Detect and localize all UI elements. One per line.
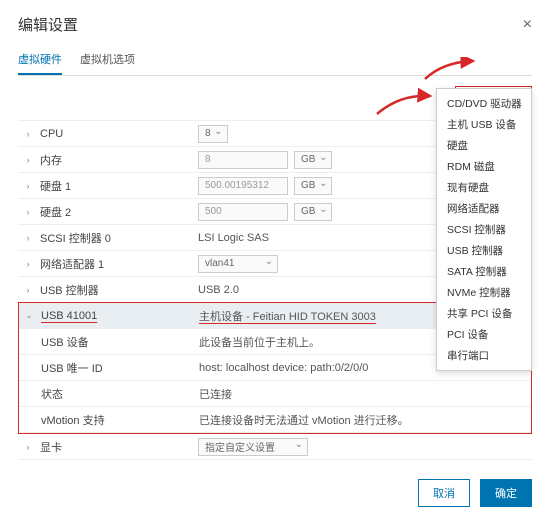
row-label-memory: 内存 [38, 152, 198, 168]
row-label-vmotion: vMotion 支持 [19, 412, 199, 428]
memory-unit-select[interactable]: GB [294, 151, 332, 169]
row-label-usbdev: USB 41001 [39, 310, 199, 322]
disk1-unit-select[interactable]: GB [294, 177, 332, 195]
row-label-usb-id: USB 唯一 ID [19, 360, 199, 376]
menu-item[interactable]: SCSI 控制器 [437, 219, 531, 240]
chevron-right-icon[interactable]: › [18, 181, 38, 191]
row-label-disk2: 硬盘 2 [38, 204, 198, 220]
cpu-select[interactable]: 8 [198, 125, 228, 143]
menu-item[interactable]: 网络适配器 [437, 198, 531, 219]
menu-item[interactable]: 串行端口 [437, 345, 531, 366]
menu-item[interactable]: CD/DVD 驱动器 [437, 93, 531, 114]
chevron-right-icon[interactable]: › [18, 285, 38, 295]
menu-item[interactable]: 主机 USB 设备 [437, 114, 531, 135]
net-select[interactable]: vlan41 [198, 255, 278, 273]
vmotion-value: 已连接设备时无法通过 vMotion 进行迁移。 [199, 412, 531, 428]
chevron-right-icon[interactable]: › [18, 155, 38, 165]
chevron-down-icon[interactable]: ⌄ [19, 310, 39, 321]
row-label-scsi: SCSI 控制器 0 [38, 230, 198, 246]
chevron-right-icon[interactable]: › [18, 442, 38, 452]
status-value: 已连接 [199, 386, 531, 402]
menu-item[interactable]: NVMe 控制器 [437, 282, 531, 303]
menu-item[interactable]: RDM 磁盘 [437, 156, 531, 177]
dialog-title: 编辑设置 [18, 14, 78, 35]
row-label-usb-device: USB 设备 [19, 334, 199, 350]
row-label-net: 网络适配器 1 [38, 256, 198, 272]
memory-input[interactable] [198, 151, 288, 169]
disk1-input[interactable] [198, 177, 288, 195]
menu-item[interactable]: PCI 设备 [437, 324, 531, 345]
close-icon[interactable]: × [523, 16, 532, 34]
chevron-right-icon[interactable]: › [18, 129, 38, 139]
ok-button[interactable]: 确定 [480, 479, 532, 507]
row-label-cpu: CPU [38, 128, 198, 140]
menu-item[interactable]: 共享 PCI 设备 [437, 303, 531, 324]
tabs: 虚拟硬件 虚拟机选项 [18, 45, 532, 76]
menu-item[interactable]: USB 控制器 [437, 240, 531, 261]
cancel-button[interactable]: 取消 [418, 479, 470, 507]
disk2-unit-select[interactable]: GB [294, 203, 332, 221]
dialog-footer: 取消 确定 [418, 479, 532, 507]
disk2-input[interactable] [198, 203, 288, 221]
row-label-video: 显卡 [38, 439, 198, 455]
tab-virtual-hardware[interactable]: 虚拟硬件 [18, 45, 62, 75]
chevron-right-icon[interactable]: › [18, 259, 38, 269]
menu-item[interactable]: 现有硬盘 [437, 177, 531, 198]
chevron-right-icon[interactable]: › [18, 207, 38, 217]
menu-item[interactable]: SATA 控制器 [437, 261, 531, 282]
menu-item[interactable]: 硬盘 [437, 135, 531, 156]
row-label-status: 状态 [19, 386, 199, 402]
add-device-menu: CD/DVD 驱动器 主机 USB 设备 硬盘 RDM 磁盘 现有硬盘 网络适配… [436, 88, 532, 371]
row-label-disk1: 硬盘 1 [38, 178, 198, 194]
video-select[interactable]: 指定自定义设置 [198, 438, 308, 456]
row-label-usbctl: USB 控制器 [38, 282, 198, 298]
chevron-right-icon[interactable]: › [18, 233, 38, 243]
tab-vm-options[interactable]: 虚拟机选项 [80, 45, 135, 75]
